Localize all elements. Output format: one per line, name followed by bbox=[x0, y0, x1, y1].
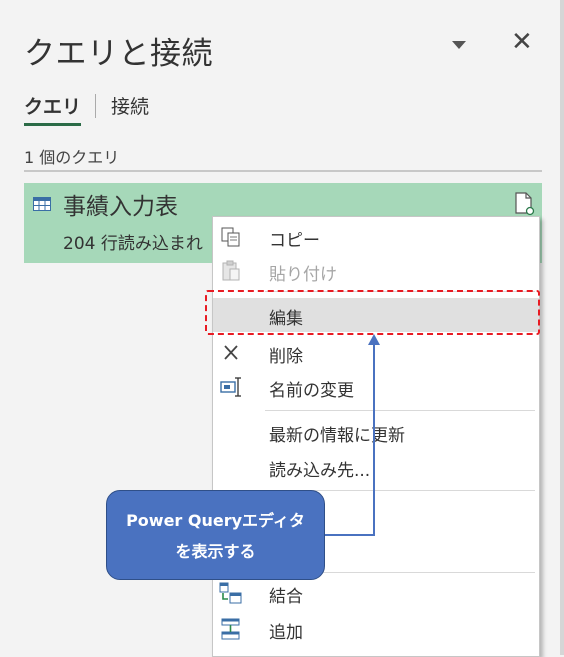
callout-line-2: を表示する bbox=[175, 542, 256, 561]
callout-line-1: Power Queryエディタ bbox=[126, 511, 305, 530]
annotation-callout: Power Queryエディタ を表示する bbox=[106, 490, 325, 580]
